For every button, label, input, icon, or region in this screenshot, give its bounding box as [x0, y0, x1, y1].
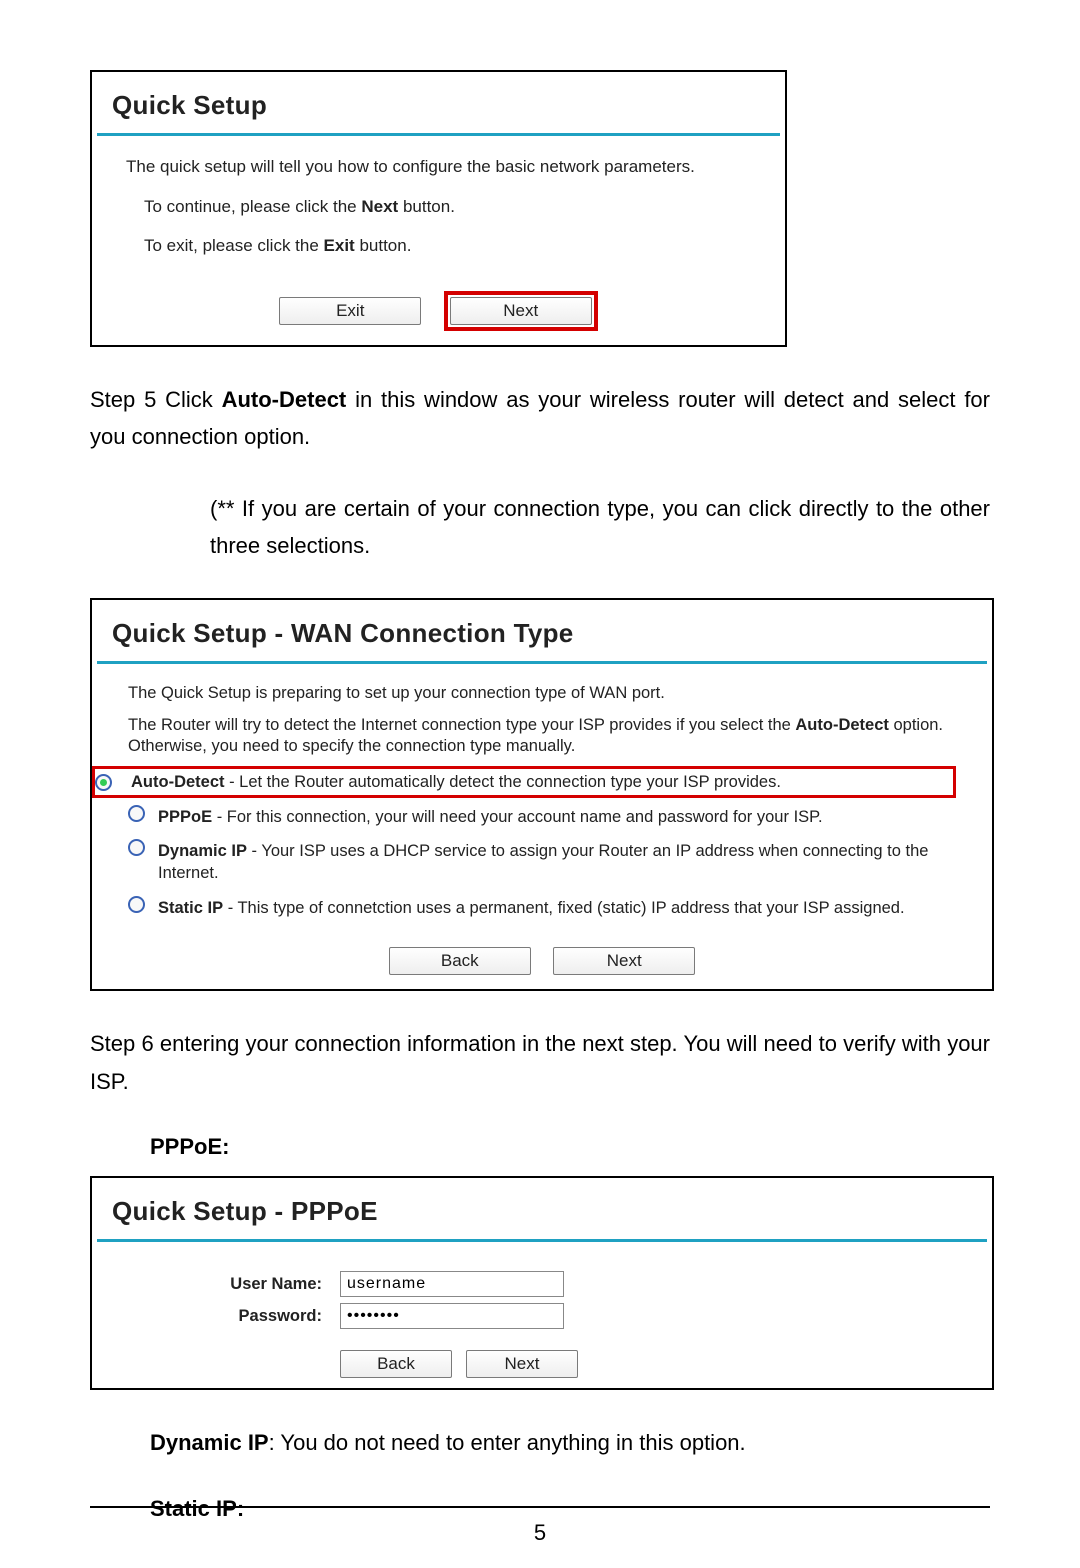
- button-row: Exit Next: [92, 287, 785, 345]
- static-ip-line: Static IP:: [150, 1496, 990, 1522]
- button-row: Back Next: [112, 1332, 972, 1378]
- next-button[interactable]: Next: [466, 1350, 578, 1378]
- wan-line2: The Router will try to detect the Intern…: [128, 715, 956, 758]
- exit-text: To exit, please click the Exit button.: [126, 233, 751, 259]
- pppoe-frame: Quick Setup - PPPoE User Name: Password:…: [90, 1176, 994, 1390]
- radio-icon: [95, 774, 112, 791]
- back-button[interactable]: Back: [340, 1350, 452, 1378]
- pppoe-heading: PPPoE:: [150, 1134, 990, 1160]
- button-row: Back Next: [92, 943, 992, 989]
- intro-text: The quick setup will tell you how to con…: [126, 154, 751, 180]
- divider: [97, 661, 987, 664]
- step5-para: Step 5 Click Auto-Detect in this window …: [90, 381, 990, 456]
- wan-line1: The Quick Setup is preparing to set up y…: [128, 682, 956, 704]
- password-input[interactable]: [340, 1303, 564, 1329]
- username-label: User Name:: [112, 1275, 322, 1294]
- next-button-highlight: Next: [444, 291, 598, 331]
- radio-icon: [128, 896, 145, 913]
- wan-connection-frame: Quick Setup - WAN Connection Type The Qu…: [90, 598, 994, 991]
- dynamic-ip-line: Dynamic IP: You do not need to enter any…: [150, 1424, 990, 1461]
- step6-para: Step 6 entering your connection informat…: [90, 1025, 990, 1100]
- next-button[interactable]: Next: [450, 297, 592, 325]
- radio-icon: [128, 805, 145, 822]
- footer-rule: [90, 1506, 990, 1508]
- radio-icon: [128, 839, 145, 856]
- panel-title: Quick Setup: [92, 72, 785, 133]
- next-button[interactable]: Next: [553, 947, 695, 975]
- divider: [97, 133, 780, 136]
- note-para: (** If you are certain of your connectio…: [210, 490, 990, 565]
- continue-text: To continue, please click the Next butto…: [126, 194, 751, 220]
- divider: [97, 1239, 987, 1242]
- back-button[interactable]: Back: [389, 947, 531, 975]
- panel-title: Quick Setup - WAN Connection Type: [92, 600, 992, 661]
- radio-pppoe[interactable]: PPPoE - For this connection, your will n…: [128, 800, 956, 834]
- quick-setup-frame: Quick Setup The quick setup will tell yo…: [90, 70, 787, 347]
- panel-title: Quick Setup - PPPoE: [92, 1178, 992, 1239]
- exit-button[interactable]: Exit: [279, 297, 421, 325]
- password-label: Password:: [112, 1307, 322, 1326]
- radio-static-ip[interactable]: Static IP - This type of connetction use…: [128, 891, 956, 925]
- radio-dynamic-ip[interactable]: Dynamic IP - Your ISP uses a DHCP servic…: [128, 834, 956, 891]
- radio-list: Auto-Detect - Let the Router automatical…: [128, 764, 956, 935]
- radio-auto-detect[interactable]: Auto-Detect - Let the Router automatical…: [92, 766, 956, 798]
- username-input[interactable]: [340, 1271, 564, 1297]
- page-number: 5: [0, 1520, 1080, 1546]
